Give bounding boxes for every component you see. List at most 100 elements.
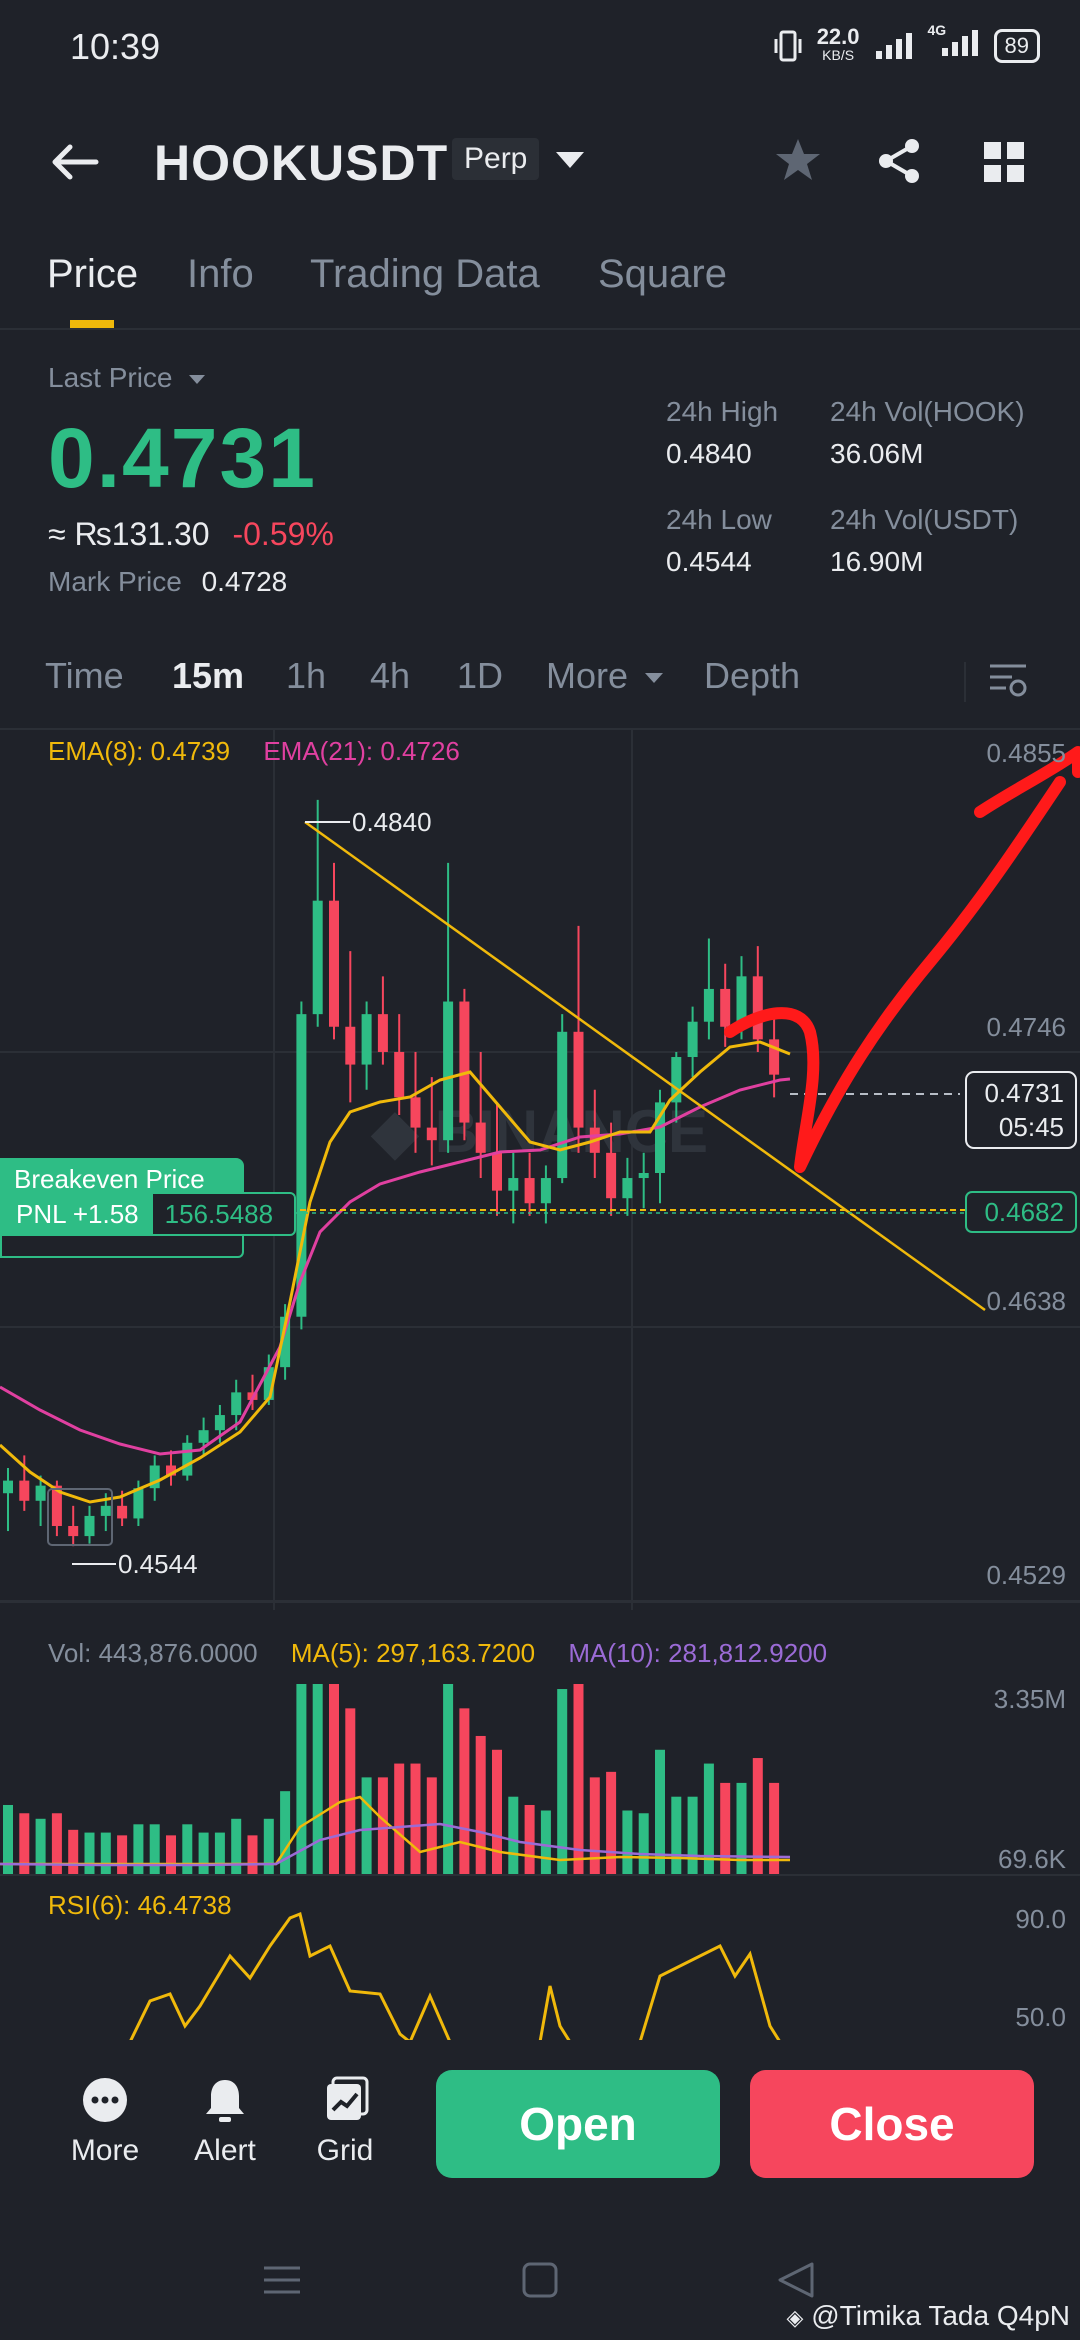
volume-bar <box>475 1735 486 1874</box>
candle-body <box>622 1178 633 1199</box>
volume-bar <box>410 1763 421 1874</box>
pnl-label: PNL +1.58 <box>2 1194 153 1234</box>
more-button[interactable]: More <box>50 2076 160 2168</box>
breakeven-box-bottom <box>0 1236 244 1258</box>
caret-down-icon <box>645 673 664 684</box>
chart-area[interactable]: ◆ BINANCE 0.4840 0.4544 0.4855 0.4746 0.… <box>0 728 1080 1610</box>
share-icon[interactable] <box>874 136 924 186</box>
candle-body <box>638 1173 649 1179</box>
system-nav-bar: ◈ @Timika Tada Q4pN <box>0 2240 1080 2340</box>
volume-bar <box>703 1763 714 1874</box>
candle-body <box>117 1505 128 1519</box>
candle-body <box>475 1122 486 1153</box>
stat-24h-vol-usdt: 24h Vol(USDT) 16.90M <box>830 504 1019 577</box>
volume-bar <box>638 1813 649 1874</box>
last-price-label[interactable]: Last Price <box>48 362 206 394</box>
volume-bars <box>3 1684 780 1874</box>
candle-body <box>182 1442 193 1476</box>
volume-min-label: 69.6K <box>998 1844 1067 1874</box>
candle-body <box>100 1505 111 1516</box>
volume-bar <box>394 1763 405 1874</box>
candle-body <box>540 1178 551 1204</box>
pair-header: HOOKUSDT Perp <box>0 96 1080 226</box>
caret-down-icon <box>189 374 206 384</box>
volume-bar <box>508 1796 519 1874</box>
volume-bar <box>100 1832 111 1874</box>
pnl-value: 156.5488 <box>164 1198 274 1229</box>
candle-body <box>133 1488 144 1519</box>
back-nav-icon[interactable] <box>776 2260 816 2300</box>
position-price-tag-value: 0.4682 <box>984 1197 1064 1227</box>
volume-bar <box>459 1708 470 1874</box>
y-axis-label: 0.4529 <box>986 1560 1066 1590</box>
y-axis-label: 0.4855 <box>986 738 1066 768</box>
timeframe-more[interactable]: More <box>546 655 664 697</box>
status-bar: 10:39 22.0 KB/S 4G 89 <box>0 0 1080 96</box>
chart-settings-icon[interactable] <box>988 660 1028 700</box>
chevron-down-icon[interactable] <box>554 150 586 172</box>
net-speed: 22.0 KB/S <box>816 24 860 64</box>
status-icons: 22.0 KB/S 4G 89 <box>773 22 1040 64</box>
volume-bar <box>247 1835 258 1874</box>
candle-body <box>3 1480 13 1494</box>
candle-body <box>687 1021 698 1058</box>
candle-body <box>524 1178 535 1204</box>
timeframe-1d[interactable]: 1D <box>457 655 503 697</box>
candle-body <box>394 1051 405 1098</box>
volume-bar <box>117 1835 128 1874</box>
low-marker-label: 0.4544 <box>118 1549 198 1579</box>
tab-trading-data[interactable]: Trading Data <box>310 252 540 297</box>
candle-body <box>426 1127 437 1141</box>
volume-bar <box>361 1777 372 1874</box>
volume-bar <box>133 1824 144 1874</box>
candle-body <box>459 1001 470 1123</box>
vibrate-icon <box>774 30 802 62</box>
volume-bar <box>35 1818 46 1874</box>
timeframe-time[interactable]: Time <box>45 655 124 697</box>
timeframe-4h[interactable]: 4h <box>370 655 410 697</box>
volume-chart: 3.35M 69.6K <box>0 1684 1067 1874</box>
close-position-button[interactable]: Close <box>750 2070 1034 2178</box>
candle-body <box>443 1001 454 1141</box>
y-axis-label: 0.4638 <box>986 1286 1066 1316</box>
open-position-button[interactable]: Open <box>436 2070 720 2178</box>
divider <box>964 662 966 702</box>
recent-apps-icon[interactable] <box>262 2260 302 2300</box>
rsi-line <box>129 1911 781 2040</box>
volume-bar <box>312 1684 323 1874</box>
timeframe-depth[interactable]: Depth <box>704 655 800 697</box>
star-icon[interactable] <box>774 136 822 184</box>
home-icon[interactable] <box>520 2260 560 2300</box>
candle-body <box>214 1415 225 1431</box>
volume-bar <box>345 1708 356 1874</box>
candle-body <box>752 976 763 1040</box>
price-conversion: ≈ ₨131.30 -0.59% <box>48 516 334 552</box>
volume-bar <box>166 1835 176 1874</box>
alert-button[interactable]: Alert <box>170 2076 280 2168</box>
candle-body <box>703 988 714 1022</box>
tab-square[interactable]: Square <box>598 252 727 297</box>
grid-menu-icon[interactable] <box>982 140 1026 184</box>
candle-body <box>720 988 731 1027</box>
countdown-timer: 05:45 <box>999 1112 1064 1142</box>
tab-price[interactable]: Price <box>47 252 138 297</box>
rsi-chart: 90.0 50.0 <box>129 1904 1066 2040</box>
timeframe-1h[interactable]: 1h <box>286 655 326 697</box>
back-arrow-icon[interactable] <box>50 142 100 182</box>
candle-body <box>19 1480 30 1501</box>
volume-panel: Vol: 443,876.0000 MA(5): 297,163.7200 MA… <box>0 1600 1080 1880</box>
more-icon <box>83 2078 127 2122</box>
grid-button[interactable]: Grid <box>290 2076 400 2168</box>
timeframe-15m[interactable]: 15m <box>172 655 244 697</box>
pair-symbol[interactable]: HOOKUSDT <box>154 134 448 192</box>
candle-body <box>312 900 323 1015</box>
volume-bar <box>540 1810 551 1874</box>
main-tabs: Price Info Trading Data Square <box>0 240 1080 330</box>
signal-icon <box>875 33 912 59</box>
tab-info[interactable]: Info <box>187 252 254 297</box>
stat-24h-vol-hook: 24h Vol(HOOK) 36.06M <box>830 396 1025 469</box>
rsi-panel: RSI(6): 46.4738 90.0 50.0 <box>0 1874 1080 2040</box>
current-price-tag-value: 0.4731 <box>984 1078 1064 1108</box>
tab-underline <box>70 320 114 328</box>
pnl-tag[interactable]: PNL +1.58 156.5488 <box>0 1192 296 1236</box>
